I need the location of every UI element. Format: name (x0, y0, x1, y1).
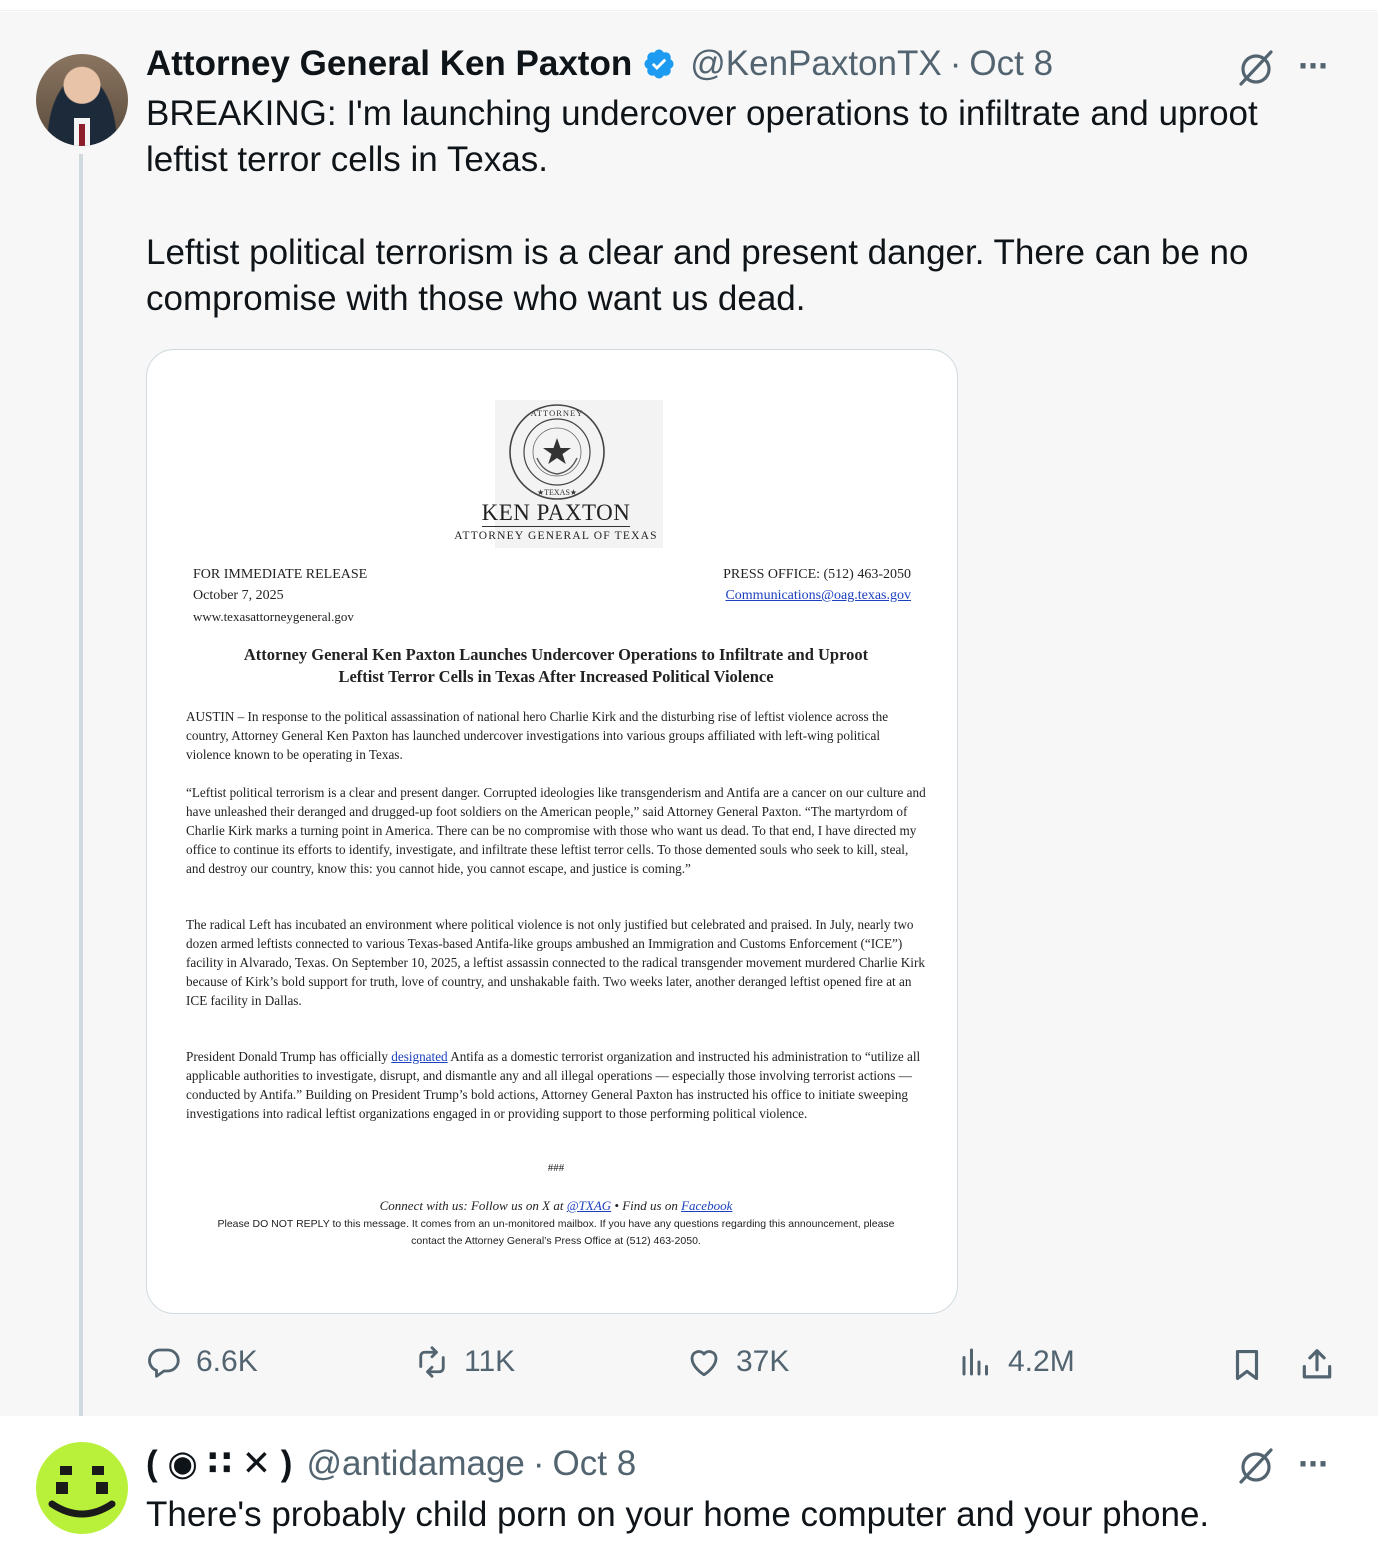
svg-text:★TEXAS★: ★TEXAS★ (537, 488, 577, 497)
reply-author-avatar[interactable] (36, 1442, 128, 1534)
tweet-date[interactable]: Oct 8 (969, 44, 1053, 84)
release-title-line-2: Leftist Terror Cells in Texas After Incr… (338, 667, 774, 686)
doc-subtitle: ATTORNEY GENERAL OF TEXAS (454, 530, 658, 542)
smiley-face-icon (48, 1466, 116, 1518)
repost-icon (419, 1346, 445, 1378)
press-office-email: Communications@oag.texas.gov (725, 588, 911, 603)
svg-text:ATTORNEY: ATTORNEY (531, 408, 584, 418)
separator-dot: · (532, 1444, 545, 1483)
release-paragraph-2: “Leftist political terrorism is a clear … (186, 785, 926, 876)
avatar-tie (79, 124, 85, 146)
reply-author-name[interactable]: ( ◉ ∷ ✕ ) (146, 1444, 292, 1484)
release-title-line-1: Attorney General Ken Paxton Launches Und… (243, 645, 869, 664)
release-paragraph-4: President Donald Trump has officially de… (186, 1049, 921, 1121)
reply-author-handle[interactable]: @antidamage (306, 1444, 524, 1484)
views-count: 4.2M (1008, 1345, 1075, 1378)
connect-line: Connect with us: Follow us on X at @TXAG… (379, 1198, 733, 1213)
grok-icon[interactable] (1236, 1446, 1276, 1486)
release-paragraph-3: The radical Left has incubated an enviro… (186, 917, 925, 1008)
press-release-document: ATTORNEY ★TEXAS★ KEN PAXTON ATTORNEY GEN… (147, 350, 957, 1313)
footer-note: Please DO NOT REPLY to this message. It … (217, 1218, 895, 1247)
repost-button[interactable]: 11K (414, 1344, 515, 1380)
like-count: 37K (736, 1345, 790, 1378)
author-handle[interactable]: @KenPaxtonTX (690, 44, 942, 84)
more-icon[interactable]: ··· (1298, 1446, 1330, 1482)
designated-link: designated (391, 1049, 448, 1064)
release-line: FOR IMMEDIATE RELEASE (193, 567, 368, 582)
like-icon (690, 1350, 718, 1377)
separator-dot: · (949, 44, 962, 83)
author-name[interactable]: Attorney General Ken Paxton (146, 44, 632, 84)
bookmark-icon[interactable] (1228, 1346, 1266, 1384)
verified-badge-icon (644, 49, 674, 79)
reply-tweet[interactable]: ( ◉ ∷ ✕ ) @antidamage · Oct 8 ··· There'… (0, 1416, 1378, 1558)
doc-name: KEN PAXTON (481, 500, 631, 527)
release-info: FOR IMMEDIATE RELEASE October 7, 2025 ww… (193, 564, 367, 627)
thread-line (79, 154, 83, 1444)
reply-button[interactable]: 6.6K (146, 1344, 258, 1380)
like-button[interactable]: 37K (686, 1344, 789, 1380)
release-website: www.texasattorneygeneral.gov (193, 609, 354, 624)
views-button[interactable]: 4.2M (958, 1344, 1075, 1380)
views-icon (962, 1348, 988, 1376)
main-tweet[interactable]: Attorney General Ken Paxton @KenPaxtonTX… (0, 12, 1378, 1444)
attorney-general-seal-icon: ATTORNEY ★TEXAS★ (509, 404, 605, 500)
press-office-info: PRESS OFFICE: (512) 463-2050 Communicati… (723, 564, 911, 606)
action-bar: 6.6K 11K 37K 4.2M (146, 1344, 1346, 1388)
end-mark: ### (547, 1162, 565, 1174)
press-office-phone: PRESS OFFICE: (512) 463-2050 (723, 567, 911, 582)
reply-icon (148, 1348, 180, 1378)
tweet-header: Attorney General Ken Paxton @KenPaxtonTX… (146, 42, 1053, 86)
reply-header: ( ◉ ∷ ✕ ) @antidamage · Oct 8 (146, 1442, 636, 1486)
reply-date[interactable]: Oct 8 (553, 1444, 637, 1484)
release-date: October 7, 2025 (193, 588, 284, 603)
tweet-paragraph-1: BREAKING: I'm launching undercover opera… (146, 94, 1258, 179)
tweet-paragraph-2: Leftist political terrorism is a clear a… (146, 233, 1249, 318)
tweet-image[interactable]: ATTORNEY ★TEXAS★ KEN PAXTON ATTORNEY GEN… (146, 349, 958, 1314)
more-icon[interactable]: ··· (1298, 48, 1330, 84)
release-paragraph-1: AUSTIN – In response to the political as… (186, 709, 889, 762)
share-icon[interactable] (1298, 1346, 1336, 1384)
author-avatar[interactable] (36, 54, 128, 146)
repost-count: 11K (464, 1345, 516, 1378)
reply-text: There's probably child porn on your home… (146, 1495, 1210, 1534)
reply-count: 6.6K (196, 1345, 258, 1378)
release-title: Attorney General Ken Paxton Launches Und… (187, 644, 925, 688)
top-divider (0, 10, 1378, 11)
grok-icon[interactable] (1236, 48, 1276, 88)
